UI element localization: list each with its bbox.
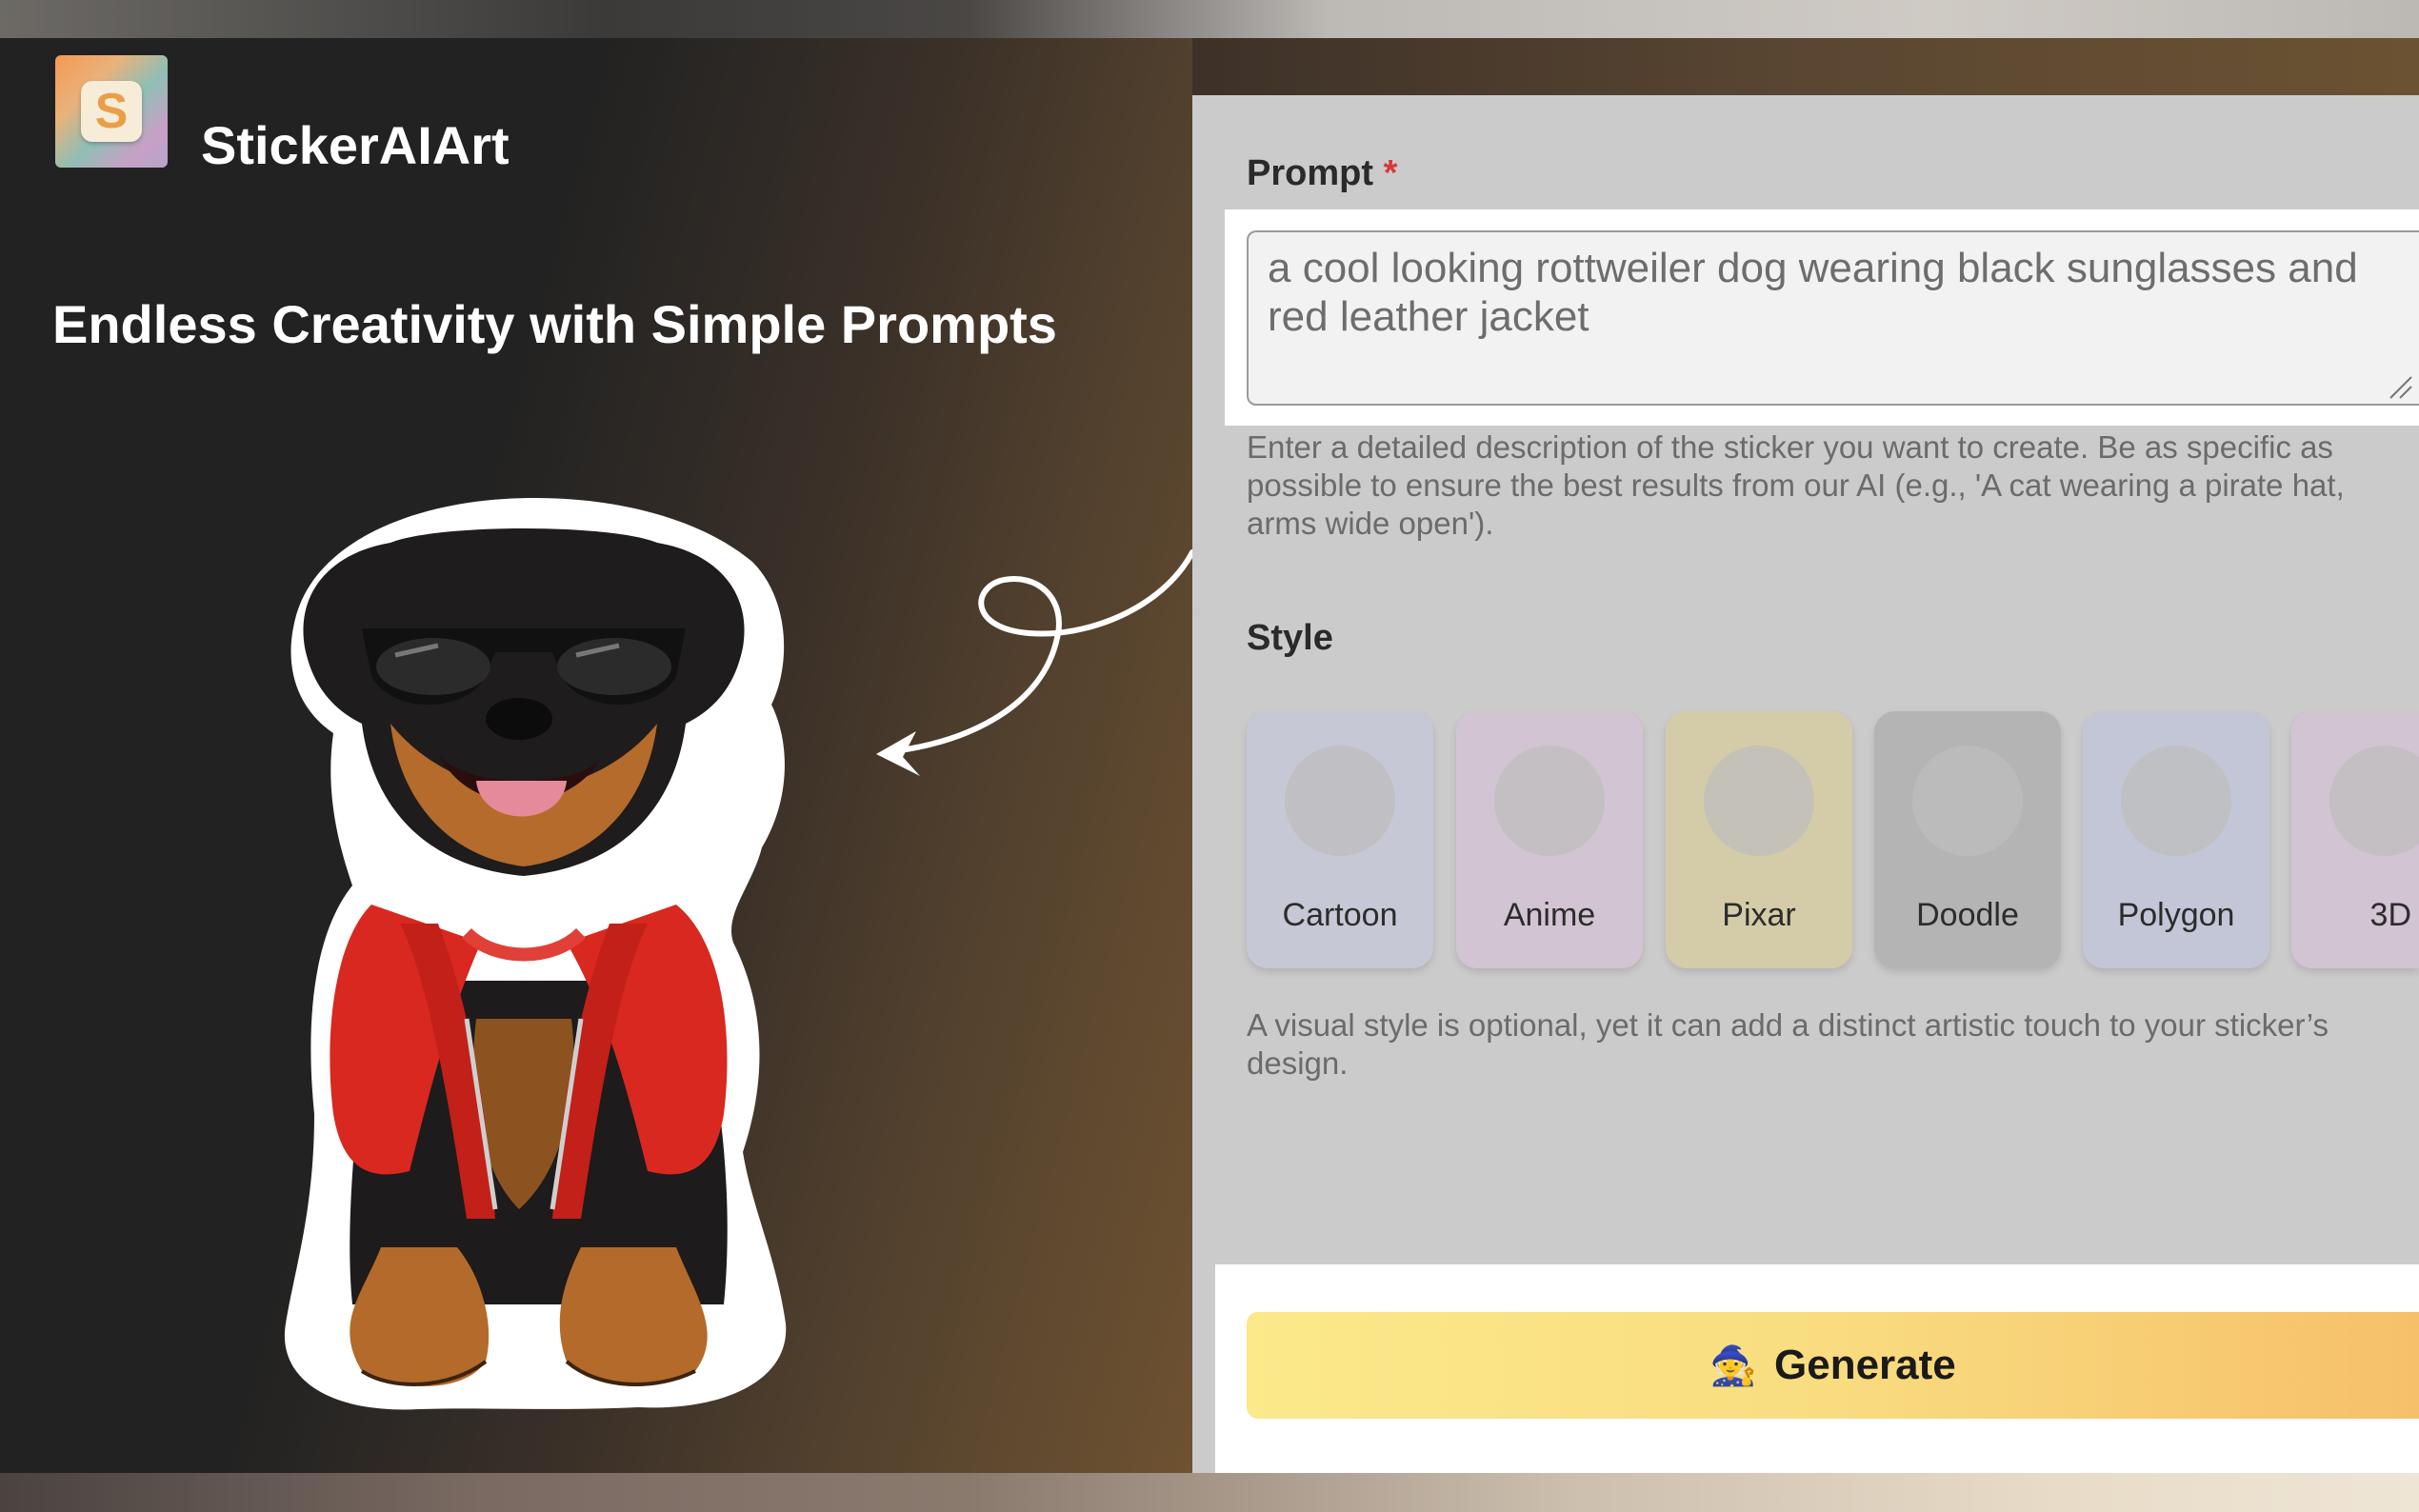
style-thumbnail bbox=[1285, 746, 1395, 856]
style-option-label: 3D bbox=[2369, 897, 2411, 933]
required-mark: * bbox=[1383, 153, 1398, 193]
style-option-label: Polygon bbox=[2117, 897, 2235, 933]
wizard-icon: 🧙 bbox=[1709, 1344, 1758, 1387]
generate-button-label: Generate bbox=[1774, 1342, 1956, 1388]
prompt-textarea[interactable]: a cool looking rottweiler dog wearing bl… bbox=[1247, 230, 2419, 406]
style-thumbnail bbox=[1704, 746, 1814, 856]
prompt-label: Prompt * bbox=[1247, 153, 1398, 193]
logo-letter: S bbox=[81, 81, 142, 142]
style-option-polygon[interactable]: Polygon bbox=[2083, 711, 2269, 968]
style-option-doodle[interactable]: Doodle bbox=[1874, 711, 2061, 968]
hero-backdrop-strip bbox=[1192, 38, 2419, 95]
prompt-help-text: Enter a detailed description of the stic… bbox=[1247, 429, 2345, 541]
style-thumbnail bbox=[2329, 746, 2419, 856]
style-thumbnail bbox=[2121, 746, 2231, 856]
style-label: Style bbox=[1247, 618, 1333, 658]
generate-button[interactable]: 🧙 Generate bbox=[1247, 1312, 2419, 1419]
style-option-label: Cartoon bbox=[1282, 897, 1398, 933]
prompt-text: a cool looking rottweiler dog wearing bl… bbox=[1268, 245, 2358, 340]
style-option-cartoon[interactable]: Cartoon bbox=[1247, 711, 1433, 968]
brand-name[interactable]: StickerAIArt bbox=[201, 114, 510, 176]
style-option-pixar[interactable]: Pixar bbox=[1666, 711, 1852, 968]
browser-top-edge bbox=[0, 0, 2419, 38]
resize-handle-icon[interactable] bbox=[2387, 373, 2413, 400]
decorative-curly-arrow bbox=[876, 549, 1195, 776]
style-option-label: Doodle bbox=[1916, 897, 2019, 933]
browser-bottom-edge bbox=[0, 1473, 2419, 1512]
style-thumbnail bbox=[1494, 746, 1605, 856]
style-help-text: A visual style is optional, yet it can a… bbox=[1247, 1007, 2329, 1081]
style-option-label: Pixar bbox=[1722, 897, 1796, 933]
brand-logo[interactable]: S bbox=[55, 55, 168, 168]
style-option-anime[interactable]: Anime bbox=[1456, 711, 1643, 968]
hero-tagline: Endless Creativity with Simple Prompts bbox=[52, 294, 1057, 354]
style-thumbnail bbox=[1912, 746, 2023, 856]
style-option-label: Anime bbox=[1503, 897, 1596, 933]
dog-sticker-image bbox=[284, 498, 787, 1410]
style-option-3d[interactable]: 3D bbox=[2291, 711, 2419, 968]
